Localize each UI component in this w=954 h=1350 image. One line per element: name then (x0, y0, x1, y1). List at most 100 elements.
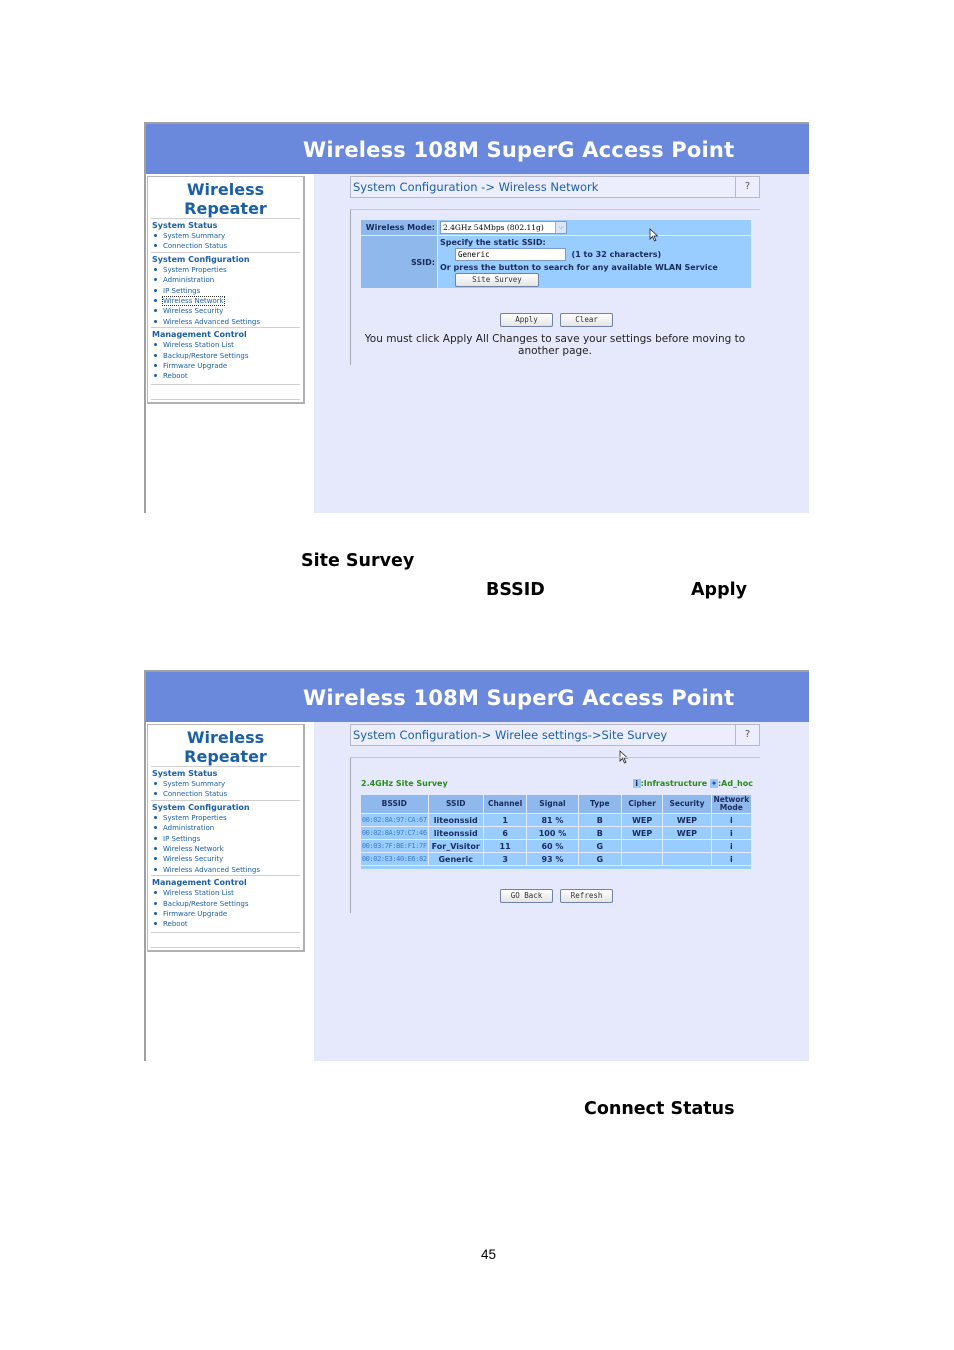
sidebar-item-label: Wireless Network (162, 296, 225, 307)
sidebar-nav: Wireless Repeater System Status System S… (147, 724, 305, 952)
sidebar-item-wireless-network[interactable]: Wireless Network (151, 844, 300, 854)
go-back-button[interactable]: GO Back (500, 889, 553, 903)
cipher-cell (621, 840, 663, 852)
column-header: Cipher (621, 795, 663, 813)
ssid-hint: (1 to 32 characters) (571, 250, 662, 259)
apply-button[interactable]: Apply (500, 313, 553, 327)
wireless-mode-select[interactable]: 2.4GHz 54Mbps (802.11g) ⌵ (440, 221, 567, 234)
bullet-icon (154, 288, 157, 292)
sidebar-item-firmware-upgrade[interactable]: Firmware Upgrade (151, 361, 300, 371)
bullet-icon (154, 815, 157, 819)
sidebar-item-label: Wireless Advanced Settings (163, 865, 261, 874)
site-survey-table: BSSID SSID Channel Signal Type Cipher Se… (360, 794, 752, 870)
nav-section-management-control: Management Control Wireless Station List… (151, 327, 300, 382)
sidebar-item-label: Administration (163, 824, 215, 833)
bullet-icon (154, 319, 157, 323)
mouse-cursor-icon (649, 228, 659, 242)
sidebar-item-label: Reboot (163, 920, 188, 929)
signal-cell: 60 % (527, 840, 578, 852)
sidebar-item-label: System Summary (163, 232, 226, 240)
bullet-icon (154, 364, 157, 368)
ssid-cell: For_Visitor (428, 840, 483, 852)
search-hint: Or press the button to search for any av… (440, 263, 718, 272)
sidebar-item-wireless-advanced-settings[interactable]: Wireless Advanced Settings (151, 317, 300, 327)
nav-section-title: System Status (152, 769, 218, 778)
sidebar-item-administration[interactable]: Administration (151, 275, 300, 285)
bullet-icon (154, 792, 157, 796)
sidebar-divider (151, 931, 300, 948)
sidebar-item-connection-status[interactable]: Connection Status (151, 241, 300, 251)
sidebar-item-label: Wireless Advanced Settings (163, 317, 261, 326)
infrastructure-icon: i (632, 779, 641, 788)
bssid-link[interactable]: 00:02:8A:97:CA:67 (361, 814, 428, 826)
table-header-row: BSSID SSID Channel Signal Type Cipher Se… (361, 795, 751, 813)
sidebar-item-wireless-station-list[interactable]: Wireless Station List (151, 340, 300, 350)
nav-section-title: Management Control (152, 330, 247, 340)
survey-title: 2.4GHz Site Survey (361, 779, 448, 788)
ssid-cell: liteonssid (428, 814, 483, 826)
sidebar-item-backup-restore[interactable]: Backup/Restore Settings (151, 351, 300, 361)
refresh-button[interactable]: Refresh (560, 889, 614, 903)
nav-section-system-configuration: System Configuration System Properties A… (151, 799, 300, 875)
doc-site-survey: Site Survey (301, 551, 415, 571)
ssid-row: SSID: Specify the static SSID: Generic (… (361, 236, 751, 288)
sidebar-item-label: Wireless Security (163, 855, 224, 864)
breadcrumb: System Configuration-> Wirelee settings-… (350, 724, 760, 746)
sidebar-item-wireless-station-list[interactable]: Wireless Station List (151, 888, 300, 898)
nav-section-management-control: Management Control Wireless Station List… (151, 875, 300, 930)
banner: Wireless 108M SuperG Access Point (146, 672, 809, 722)
channel-cell: 3 (483, 853, 527, 865)
nav-section-title: System Configuration (152, 254, 250, 264)
sidebar-item-reboot[interactable]: Reboot (151, 919, 300, 929)
cipher-cell (621, 853, 663, 865)
sidebar-item-system-summary[interactable]: System Summary (151, 231, 300, 241)
sidebar-item-label: Backup/Restore Settings (163, 899, 249, 908)
column-header: Security (663, 795, 711, 813)
screenshot-wireless-network: Wireless 108M SuperG Access Point Wirele… (144, 122, 809, 513)
table-row[interactable]: 00:02:8A:97:C7:46 liteonssid 6 100 % B W… (361, 827, 751, 839)
brand-line2: Repeater (184, 747, 267, 766)
clear-button[interactable]: Clear (560, 313, 614, 327)
sidebar-item-system-properties[interactable]: System Properties (151, 265, 300, 275)
security-cell (663, 853, 711, 865)
sidebar-item-administration[interactable]: Administration (151, 823, 300, 833)
sidebar-item-system-summary[interactable]: System Summary (151, 779, 300, 789)
bssid-link[interactable]: 00:02:8A:97:C7:46 (361, 827, 428, 839)
infrastructure-icon: i (711, 840, 751, 852)
breadcrumb: System Configuration -> Wireless Network (350, 176, 760, 198)
column-header: Signal (527, 795, 578, 813)
table-row[interactable]: 00:02:E3:40:E6:82 Generic 3 93 % G i (361, 853, 751, 865)
bullet-icon (154, 901, 157, 905)
security-cell: WEP (663, 814, 711, 826)
table-row[interactable]: 00:03:7F:BE:F1:7F For_Visitor 11 60 % G … (361, 840, 751, 852)
site-survey-button[interactable]: Site Survey (455, 273, 539, 287)
sidebar-item-wireless-security[interactable]: Wireless Security (151, 306, 300, 316)
sidebar-area: Wireless Repeater System Status System S… (146, 174, 314, 513)
adhoc-label: :Ad_hoc (717, 779, 753, 788)
sidebar-item-connection-status[interactable]: Connection Status (151, 789, 300, 799)
sidebar-item-wireless-network[interactable]: Wireless Network (151, 296, 300, 307)
sidebar-item-wireless-security[interactable]: Wireless Security (151, 854, 300, 864)
sidebar-divider (151, 383, 300, 400)
sidebar-item-system-properties[interactable]: System Properties (151, 813, 300, 823)
bssid-link[interactable]: 00:02:E3:40:E6:82 (361, 853, 428, 865)
table-row[interactable]: 00:02:8A:97:CA:67 liteonssid 1 81 % B WE… (361, 814, 751, 826)
signal-cell: 100 % (527, 827, 578, 839)
sidebar-item-reboot[interactable]: Reboot (151, 371, 300, 381)
security-cell (663, 840, 711, 852)
sidebar-item-backup-restore[interactable]: Backup/Restore Settings (151, 899, 300, 909)
ssid-input[interactable]: Generic (455, 248, 566, 261)
bssid-link[interactable]: 00:03:7F:BE:F1:7F (361, 840, 428, 852)
doc-apply: Apply (691, 580, 748, 600)
bullet-icon (154, 309, 157, 313)
sidebar-item-ip-settings[interactable]: IP Settings (151, 286, 300, 296)
help-button[interactable]: ? (735, 724, 760, 746)
sidebar-item-ip-settings[interactable]: IP Settings (151, 834, 300, 844)
sidebar-item-firmware-upgrade[interactable]: Firmware Upgrade (151, 909, 300, 919)
sidebar-item-label: Connection Status (163, 790, 228, 799)
sidebar-item-wireless-advanced-settings[interactable]: Wireless Advanced Settings (151, 865, 300, 875)
wireless-mode-value: 2.4GHz 54Mbps (802.11g) (443, 223, 544, 232)
help-button[interactable]: ? (735, 176, 760, 198)
bullet-icon (154, 867, 157, 871)
bullet-icon (154, 826, 157, 830)
